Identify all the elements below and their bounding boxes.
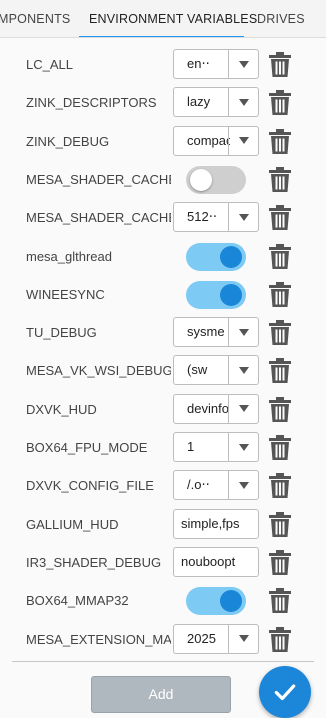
trash-icon[interactable] (268, 320, 292, 346)
env-var-row: BOX64_FPU_MODE 1 (0, 429, 326, 467)
env-var-name: ZINK_DEBUG (26, 133, 110, 149)
trash-icon[interactable] (268, 243, 292, 270)
env-var-toggle[interactable] (186, 165, 246, 194)
trash-icon[interactable] (268, 52, 292, 78)
env-var-toggle[interactable] (186, 242, 246, 271)
trash-icon[interactable] (268, 281, 292, 308)
dropdown-value: 1 (187, 439, 195, 454)
dropdown-value: sysme (187, 324, 225, 340)
env-var-value-dropdown[interactable]: /.o‧‧ (173, 470, 259, 501)
env-var-value-dropdown[interactable]: 1 (173, 432, 259, 462)
trash-icon[interactable] (268, 90, 292, 116)
env-var-name: IR3_SHADER_DEBUG (26, 554, 162, 570)
trash-icon[interactable] (268, 166, 292, 193)
tab-environment-variables[interactable]: ENVIRONMENT VARIABLES (89, 12, 257, 26)
chevron-down-icon[interactable] (228, 88, 258, 117)
chevron-down-icon[interactable] (228, 433, 258, 461)
env-var-name: BOX64_FPU_MODE (26, 440, 148, 455)
trash-icon[interactable] (268, 626, 292, 653)
active-tab-indicator (79, 36, 244, 37)
env-var-name: BOX64_MMAP32 (26, 593, 129, 609)
dropdown-value: 2025 (187, 630, 216, 646)
chevron-down-icon[interactable] (228, 126, 258, 155)
env-var-name: DXVK_CONFIG_FILE (26, 478, 154, 494)
env-var-name: ZINK_DESCRIPTORS (26, 95, 157, 111)
env-var-row: TU_DEBUG sysme (0, 314, 326, 352)
toggle-knob (220, 590, 242, 613)
env-var-value-input[interactable]: simple,fps (173, 508, 259, 539)
chevron-down-icon[interactable] (228, 624, 258, 653)
env-var-row: MESA_SHADER_CACHE 512‧‧ (0, 199, 326, 237)
env-var-row: ZINK_DESCRIPTORS lazy (0, 84, 326, 122)
chevron-down-icon[interactable] (228, 471, 258, 500)
env-var-row: ZINK_DEBUG compac (0, 123, 326, 161)
env-var-name: LC_ALL (26, 57, 73, 72)
dropdown-value: (sw (187, 362, 208, 378)
env-var-name: GALLIUM_HUD (26, 516, 119, 532)
trash-icon[interactable] (268, 473, 292, 499)
env-var-name: MESA_EXTENSION_MA (26, 631, 171, 647)
dropdown-value: /.o‧‧ (187, 477, 210, 493)
add-button[interactable]: Add (91, 676, 231, 713)
dropdown-value: 512‧‧ (187, 209, 217, 225)
toggle-knob (220, 245, 242, 268)
env-var-name: TU_DEBUG (26, 325, 97, 341)
chevron-down-icon[interactable] (228, 50, 258, 78)
env-var-value-dropdown[interactable]: en‧‧ (173, 49, 259, 79)
env-var-row: BOX64_MMAP32 (0, 582, 326, 620)
env-var-row: DXVK_CONFIG_FILE /.o‧‧ (0, 467, 326, 505)
chevron-down-icon[interactable] (228, 356, 258, 385)
confirm-button[interactable] (259, 666, 311, 718)
check-icon (274, 684, 296, 701)
dropdown-value: lazy (187, 94, 211, 110)
env-var-row: MESA_VK_WSI_DEBUG (sw (0, 352, 326, 390)
env-var-name: mesa_glthread (26, 248, 112, 264)
trash-icon[interactable] (268, 358, 292, 384)
env-var-value-dropdown[interactable]: (sw (173, 355, 259, 386)
dropdown-value: compac (187, 132, 230, 148)
toggle-knob (190, 168, 212, 191)
trash-icon[interactable] (268, 511, 292, 538)
env-var-row: LC_ALL en‧‧ (0, 46, 326, 84)
dropdown-value: en‧‧ (187, 56, 210, 71)
env-var-value-dropdown[interactable]: 2025 (173, 623, 259, 654)
env-var-row: MESA_EXTENSION_MA 2025 (0, 621, 326, 659)
trash-icon[interactable] (268, 396, 292, 423)
chevron-down-icon[interactable] (228, 318, 258, 347)
env-var-name: MESA_VK_WSI_DEBUG (26, 363, 171, 379)
env-var-row: DXVK_HUD devinfo (0, 391, 326, 429)
env-var-row: mesa_glthread (0, 238, 326, 276)
chevron-down-icon[interactable] (228, 394, 258, 423)
dropdown-value: devinfo (187, 400, 229, 416)
env-var-row: IR3_SHADER_DEBUG nouboopt (0, 544, 326, 582)
footer-divider (12, 661, 314, 662)
tab-components[interactable]: MPONENTS (0, 12, 70, 26)
env-var-toggle[interactable] (186, 587, 246, 616)
trash-icon[interactable] (268, 549, 292, 576)
trash-icon[interactable] (268, 205, 292, 231)
trash-icon[interactable] (268, 588, 292, 614)
env-var-row: MESA_SHADER_CACHE (0, 161, 326, 199)
env-var-value-dropdown[interactable]: sysme (173, 317, 259, 348)
env-var-toggle[interactable] (186, 280, 246, 309)
env-var-value-dropdown[interactable]: compac (173, 125, 259, 156)
env-var-row: GALLIUM_HUD simple,fps (0, 506, 326, 544)
env-var-name: MESA_SHADER_CACHE (26, 171, 171, 187)
toggle-knob (220, 283, 242, 306)
env-var-value-dropdown[interactable]: lazy (173, 87, 259, 118)
tab-drives[interactable]: DRIVES (257, 12, 305, 26)
env-var-value-dropdown[interactable]: 512‧‧ (173, 202, 259, 233)
env-var-name: DXVK_HUD (26, 401, 97, 417)
env-var-value-input[interactable]: nouboopt (173, 546, 259, 577)
chevron-down-icon[interactable] (228, 203, 258, 232)
trash-icon[interactable] (268, 128, 292, 155)
env-var-value-dropdown[interactable]: devinfo (173, 393, 259, 424)
tab-bar: MPONENTS ENVIRONMENT VARIABLES DRIVES (0, 0, 326, 38)
env-var-name: MESA_SHADER_CACHE (26, 210, 171, 226)
env-var-row: WINEESYNC (0, 276, 326, 314)
env-var-name: WINEESYNC (26, 286, 105, 302)
trash-icon[interactable] (268, 435, 292, 461)
